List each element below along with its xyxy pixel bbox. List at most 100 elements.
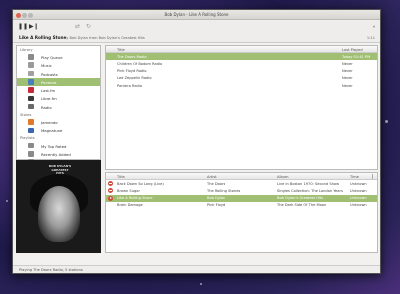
track-row[interactable]: Brain Damage Pink Floyd The Dark Side Of T… — [106, 202, 377, 209]
sidebar-item-label: Recently Added — [41, 151, 71, 157]
track-row[interactable]: Back Down So Long (Live) The Doors Live in… — [106, 180, 377, 187]
play-queue-icon — [28, 54, 34, 60]
no-entry-icon — [108, 188, 113, 194]
track-artist: Bob Dylan — [207, 196, 226, 201]
track-time: Unknown — [350, 188, 367, 193]
wallpaper-sparkle — [385, 120, 388, 123]
track-album: Live in Boston 1970: Second Show — [277, 181, 340, 186]
tracks-header: Title Artist Album Time — [106, 173, 377, 180]
now-playing-byline: by Bob Dylan from Bob Dylan's Greatest H… — [64, 35, 145, 40]
track-title: Brown Sugar — [117, 188, 140, 193]
track-artist: Pink Floyd — [207, 203, 226, 208]
sidebar-item-my-top-rated[interactable]: My Top Rated — [17, 142, 100, 150]
sidebar-item-label: Last.fm — [41, 88, 56, 94]
album-art-portrait — [38, 186, 80, 242]
sidebar-item-radio[interactable]: Radio — [17, 103, 100, 111]
sidebar-item-music[interactable]: Music — [17, 61, 100, 69]
track-time: Unknown — [350, 203, 367, 208]
station-title: Children Of Bodom Radio — [117, 61, 163, 66]
stations-header: Title Last Played — [106, 46, 377, 53]
sidebar-section-header[interactable]: Library — [17, 46, 100, 53]
volume-icon[interactable]: 🔈︎ — [373, 24, 376, 30]
status-bar: Playing The Doors Radio, 5 stations — [13, 265, 380, 273]
sidebar-item-play-queue[interactable]: Play Queue — [17, 53, 100, 61]
track-album: Bob Dylan's Greatest Hits — [277, 196, 324, 201]
window-title: Bob Dylan - Like A Rolling Stone — [164, 12, 229, 17]
radio-icon — [28, 103, 34, 110]
station-title: The Doors Radio — [117, 54, 147, 59]
sidebar-item-libre-fm[interactable]: Libre.fm — [17, 94, 100, 102]
station-row[interactable]: Pink Floyd Radio Never — [106, 68, 377, 75]
pandora-icon — [28, 79, 34, 85]
now-playing-time: 1:11 — [366, 35, 375, 40]
jamendo-icon — [28, 119, 34, 125]
skip-next-icon[interactable]: ▶❙ — [29, 24, 39, 30]
music-player-window: Bob Dylan - Like A Rolling Stone ❚❚ ▶❙ ⇄… — [12, 9, 381, 274]
sidebar-item-pandora[interactable]: Pandora — [17, 77, 100, 87]
now-playing-bar: Like A Rolling Stone by Bob Dylan from B… — [13, 34, 380, 43]
stations-list: Title Last Played The Doors Radio Today 0… — [105, 45, 378, 170]
sidebar-item-label: Magnatune — [41, 128, 63, 134]
tracks-list: Title Artist Album Time Back Down So Lon… — [105, 172, 378, 253]
track-title: Back Down So Long (Live) — [117, 181, 164, 186]
playlist-icon — [28, 151, 34, 157]
column-header-time[interactable]: Time — [350, 175, 359, 179]
playback-toolbar: ❚❚ ▶❙ ⇄ ↻ 🔈︎ — [13, 20, 380, 34]
shuffle-icon[interactable]: ⇄ — [75, 24, 80, 30]
column-header-title[interactable]: Title — [117, 175, 125, 179]
station-title: Pantera Radio — [117, 83, 143, 88]
station-last-played: Never — [342, 83, 353, 88]
track-title: Brain Damage — [117, 203, 143, 208]
station-row[interactable]: Pantera Radio Never — [106, 82, 377, 89]
play-icon — [108, 195, 113, 201]
sidebar-item-label: Radio — [41, 104, 52, 110]
sidebar-item-last-fm[interactable]: Last.fm — [17, 86, 100, 94]
wallpaper-sparkle — [200, 283, 202, 285]
album-art-title: BOB DYLAN'S GREATEST HITS — [48, 164, 72, 176]
station-last-played: Today 01:41 PM — [342, 54, 371, 59]
sidebar-item-label: Podcasts — [41, 71, 58, 77]
track-title: Like A Rolling Stone — [117, 196, 153, 201]
column-header-title[interactable]: Title — [117, 48, 125, 52]
track-artist: The Rolling Stones — [207, 188, 241, 193]
sidebar-item-magnatune[interactable]: Magnatune — [17, 126, 100, 134]
station-last-played: Never — [342, 61, 353, 66]
column-header-artist[interactable]: Artist — [207, 175, 217, 179]
now-playing-song: Like A Rolling Stone — [19, 35, 67, 40]
repeat-icon[interactable]: ↻ — [86, 24, 91, 30]
station-last-played: Never — [342, 76, 353, 81]
sidebar-section-header[interactable]: Playlists — [17, 135, 100, 142]
track-artist: The Doors — [207, 181, 226, 186]
track-row[interactable]: Brown Sugar The Rolling Stones Singles Col… — [106, 187, 377, 194]
sidebar-item-recently-added[interactable]: Recently Added — [17, 150, 100, 158]
station-row[interactable]: Children Of Bodom Radio Never — [106, 60, 377, 67]
sidebar: Library Play Queue Music Podcasts Pandora Las… — [16, 45, 101, 165]
playlist-icon — [28, 142, 34, 149]
column-header-album[interactable]: Album — [277, 175, 289, 179]
track-time: Unknown — [350, 196, 367, 201]
album-art: BOB DYLAN'S GREATEST HITS — [16, 160, 101, 253]
station-title: Pink Floyd Radio — [117, 69, 147, 74]
sidebar-item-label: Libre.fm — [41, 96, 57, 102]
sidebar-item-podcasts[interactable]: Podcasts — [17, 70, 100, 78]
track-time: Unknown — [350, 181, 367, 186]
track-row[interactable]: Like A Rolling Stone Bob Dylan Bob Dylan's… — [106, 194, 377, 202]
music-icon — [28, 62, 34, 68]
station-last-played: Never — [342, 69, 353, 74]
sidebar-item-label: Music — [41, 63, 52, 69]
station-row[interactable]: Led Zeppelin Radio Never — [106, 75, 377, 82]
magnatune-icon — [28, 127, 34, 134]
column-grip-icon[interactable] — [372, 174, 376, 179]
sidebar-item-label: Play Queue — [41, 55, 63, 60]
title-bar: Bob Dylan - Like A Rolling Stone — [13, 10, 380, 20]
sidebar-item-label: Jamendo — [41, 120, 58, 126]
pause-icon[interactable]: ❚❚ — [18, 24, 28, 30]
sidebar-item-label: My Top Rated — [41, 143, 67, 149]
sidebar-item-jamendo[interactable]: Jamendo — [17, 118, 100, 126]
column-header-last-played[interactable]: Last Played — [342, 48, 363, 52]
no-entry-icon — [108, 181, 113, 187]
librefm-icon — [28, 95, 34, 102]
podcast-icon — [28, 70, 34, 77]
station-row[interactable]: The Doors Radio Today 01:41 PM — [106, 53, 377, 61]
sidebar-section-header[interactable]: Stores — [17, 111, 100, 118]
